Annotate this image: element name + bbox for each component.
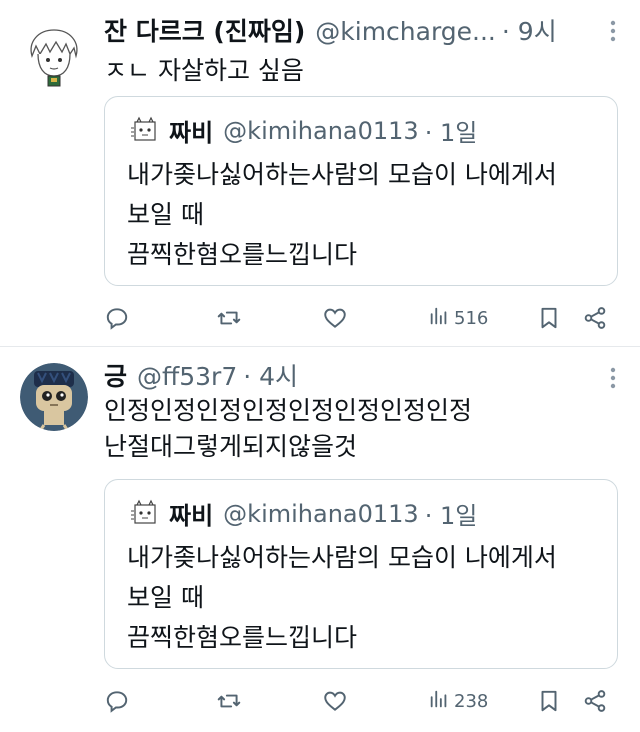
quoted-avatar <box>127 114 161 148</box>
quoted-author-handle: @kimihana0113 <box>223 499 419 528</box>
tweet[interactable]: 잔 다르크 (진짜임) @kimcharge... · 9시 ㅈㄴ 자살하고 싶… <box>0 0 640 346</box>
heart-icon[interactable] <box>322 683 348 719</box>
timestamp[interactable]: · 9시 <box>502 12 557 48</box>
author-name[interactable]: 긍 <box>104 357 127 393</box>
quoted-timestamp: · 1일 <box>424 502 478 530</box>
quoted-author-name: 짜비 <box>169 502 214 530</box>
quoted-tweet-header: 짜비 @kimihana0113 · 1일 <box>127 496 477 531</box>
views-icon <box>428 688 450 715</box>
views-button[interactable]: 238 <box>428 683 488 719</box>
views-count: 516 <box>454 307 489 329</box>
author-handle[interactable]: @ff53r7 <box>137 362 237 391</box>
quoted-tweet-text: 내가좆나싫어하는사람의 모습이 나에게서 보일 때 끔찍한혐오를느낍니다 <box>127 543 557 652</box>
bookmark-icon[interactable] <box>536 683 562 719</box>
views-count: 238 <box>454 690 489 712</box>
reply-icon[interactable] <box>104 300 130 336</box>
quoted-author-name: 짜비 <box>169 119 214 147</box>
tweet-text-line: 난절대그렇게되지않을것 <box>104 432 358 461</box>
views-button[interactable]: 516 <box>428 300 488 336</box>
tweet-text: 인정인정인정인정인정인정인정인정 난절대그렇게되지않을것 <box>104 393 620 465</box>
quoted-avatar <box>127 497 161 531</box>
more-vertical-icon[interactable] <box>610 20 616 42</box>
action-bar: 516 <box>104 300 616 336</box>
author-name[interactable]: 잔 다르크 (진짜임) <box>104 12 305 48</box>
tweet-text-line: 인정인정인정인정인정인정인정인정 <box>104 396 473 425</box>
tweet-header: 잔 다르크 (진짜임) @kimcharge... · 9시 <box>104 12 620 48</box>
heart-icon[interactable] <box>322 300 348 336</box>
quoted-tweet-text: 내가좆나싫어하는사람의 모습이 나에게서 보일 때 끔찍한혐오를느낍니다 <box>127 160 557 269</box>
quoted-tweet-header: 짜비 @kimihana0113 · 1일 <box>127 113 477 148</box>
quoted-tweet[interactable]: 짜비 @kimihana0113 · 1일 내가좆나싫어하는사람의 모습이 나에… <box>104 479 618 669</box>
views-icon <box>428 305 450 332</box>
quoted-tweet[interactable]: 짜비 @kimihana0113 · 1일 내가좆나싫어하는사람의 모습이 나에… <box>104 96 618 286</box>
action-bar: 238 <box>104 683 616 719</box>
bookmark-icon[interactable] <box>536 300 562 336</box>
author-handle[interactable]: @kimcharge... <box>315 17 496 46</box>
quoted-timestamp: · 1일 <box>424 119 478 147</box>
timestamp[interactable]: · 4시 <box>243 357 298 393</box>
more-vertical-icon[interactable] <box>610 367 616 389</box>
retweet-icon[interactable] <box>216 683 242 719</box>
quoted-author-handle: @kimihana0113 <box>223 116 419 145</box>
retweet-icon[interactable] <box>216 300 242 336</box>
tweet[interactable]: 긍 @ff53r7 · 4시 인정인정인정인정인정인정인정인정 난절대그렇게되지… <box>0 346 640 732</box>
avatar[interactable] <box>20 22 88 90</box>
avatar[interactable] <box>20 363 88 431</box>
reply-icon[interactable] <box>104 683 130 719</box>
share-icon[interactable] <box>582 300 608 336</box>
tweet-text: ㅈㄴ 자살하고 싶음 <box>104 56 304 85</box>
share-icon[interactable] <box>582 683 608 719</box>
tweet-header: 긍 @ff53r7 · 4시 <box>104 357 620 393</box>
